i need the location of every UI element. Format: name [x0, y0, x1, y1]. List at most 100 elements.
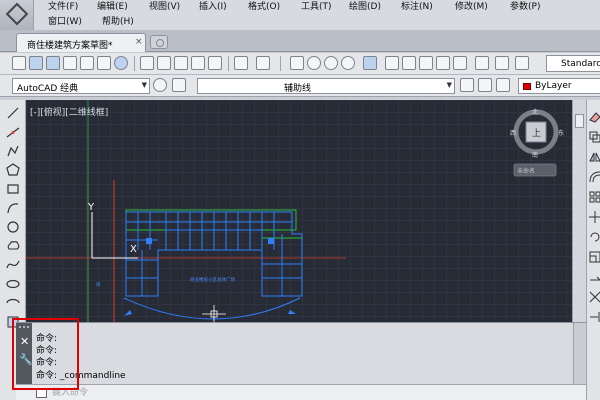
viewcube-top: 上: [532, 128, 541, 139]
menu-parameters[interactable]: 参数(P): [510, 1, 540, 13]
design-center-icon[interactable]: [385, 56, 399, 70]
floor-plan-drawing: 商业楼层小区总体广场 商 Y X 上 北 南 西 东 未命名: [26, 100, 564, 322]
text-style-icon[interactable]: [475, 56, 489, 70]
ellipse-arc-icon[interactable]: [6, 296, 20, 310]
polyline-icon[interactable]: [6, 144, 20, 158]
drawing-canvas[interactable]: 商业楼层小区总体广场 商 Y X 上 北 南 西 东 未命名 [-][俯视][二…: [26, 100, 586, 322]
standard-toolbar: Standard: [0, 53, 600, 75]
menu-file[interactable]: 文件(F): [48, 1, 78, 13]
polygon-icon[interactable]: [6, 163, 20, 177]
side-label: 商: [96, 281, 101, 288]
menu-draw[interactable]: 绘图(D): [349, 1, 381, 13]
spline-icon[interactable]: [6, 258, 20, 272]
menu-view[interactable]: 视图(V): [149, 1, 180, 13]
print-preview-icon[interactable]: [80, 56, 94, 70]
tab-drawing[interactable]: 商住楼建筑方案草图* ×: [16, 33, 146, 52]
line-icon[interactable]: [6, 106, 20, 120]
workspace-value: AutoCAD 经典: [17, 84, 79, 94]
redo-icon[interactable]: [256, 56, 270, 70]
circle-icon[interactable]: [6, 220, 20, 234]
new-tab-button[interactable]: [150, 35, 168, 49]
trim-icon[interactable]: [588, 290, 600, 304]
zoom-previous-icon[interactable]: [341, 56, 355, 70]
tool-palettes-icon[interactable]: [402, 56, 416, 70]
text-style-value: Standard: [561, 59, 600, 69]
menu-modify[interactable]: 修改(M): [455, 1, 488, 13]
pan-hand-icon[interactable]: [290, 56, 304, 70]
autocad-logo-icon[interactable]: [0, 0, 34, 30]
extend-icon[interactable]: [588, 310, 600, 324]
menu-insert[interactable]: 插入(I): [199, 1, 227, 13]
print-icon[interactable]: [63, 56, 77, 70]
rectangle-icon[interactable]: [6, 182, 20, 196]
table-style-icon[interactable]: [515, 56, 529, 70]
offset-icon[interactable]: [588, 170, 600, 184]
layer-select[interactable]: 辅助线 ▼: [197, 78, 455, 94]
viewcube-east: 东: [558, 129, 564, 137]
layer-properties-icon[interactable]: [172, 78, 186, 92]
open-folder-icon[interactable]: [29, 56, 43, 70]
zoom-realtime-icon[interactable]: [307, 56, 321, 70]
stair-block: [268, 238, 274, 244]
workspace-select[interactable]: AutoCAD 经典 ▼: [12, 78, 150, 94]
menu-dimension[interactable]: 标注(N): [401, 1, 433, 13]
copy-object-icon[interactable]: [588, 130, 600, 144]
menu-window[interactable]: 窗口(W): [48, 16, 82, 28]
stretch-icon[interactable]: [588, 270, 600, 284]
arrow-marker: [288, 310, 296, 314]
publish-icon[interactable]: [114, 56, 128, 70]
color-select[interactable]: ByLayer: [518, 78, 600, 94]
viewcube-south: 南: [532, 151, 538, 159]
construction-line-icon[interactable]: [6, 125, 20, 139]
text-style-select[interactable]: Standard: [546, 55, 600, 72]
viewport-controls-label[interactable]: [-][俯视][二维线框]: [30, 105, 108, 118]
paste-icon[interactable]: [174, 56, 188, 70]
sheet-set-icon[interactable]: [419, 56, 433, 70]
viewcube[interactable]: 上 北 南 西 东 未命名: [510, 108, 564, 177]
command-scrollbar[interactable]: [573, 323, 586, 385]
layer-state-icon[interactable]: [496, 78, 510, 92]
undo-icon[interactable]: [234, 56, 248, 70]
menu-format[interactable]: 格式(O): [248, 1, 280, 13]
markup-icon[interactable]: [436, 56, 450, 70]
vertical-scrollbar[interactable]: [572, 100, 586, 322]
toolbar-separator: [228, 56, 229, 71]
quickcalc-icon[interactable]: [453, 56, 467, 70]
wcs-label: 未命名: [517, 167, 535, 175]
ucs-x-label: X: [130, 244, 137, 255]
mirror-icon[interactable]: [588, 150, 600, 164]
close-icon[interactable]: ×: [135, 37, 143, 47]
zoom-window-icon[interactable]: [324, 56, 338, 70]
match-properties-icon[interactable]: [191, 56, 205, 70]
rotate-icon[interactable]: [588, 230, 600, 244]
scrollbar-thumb[interactable]: [575, 114, 584, 128]
array-icon[interactable]: [588, 190, 600, 204]
copy-icon[interactable]: [157, 56, 171, 70]
command-window[interactable]: ✕ 🔧 命令: 命令: 命令: 命令: _commandline: [16, 322, 586, 385]
viewcube-west: 西: [510, 130, 516, 137]
highlight-annotation: [12, 318, 79, 390]
workspace-settings-icon[interactable]: [153, 78, 167, 92]
cut-icon[interactable]: [140, 56, 154, 70]
revision-cloud-icon[interactable]: [6, 239, 20, 253]
properties-icon[interactable]: [363, 56, 377, 70]
erase-icon[interactable]: [588, 110, 600, 124]
menu-help[interactable]: 帮助(H): [102, 16, 134, 28]
dimension-style-icon[interactable]: [495, 56, 509, 70]
ellipse-icon[interactable]: [6, 277, 20, 291]
block-editor-icon[interactable]: [208, 56, 222, 70]
make-current-layer-icon[interactable]: [460, 78, 474, 92]
plot-icon[interactable]: [97, 56, 111, 70]
menu-edit[interactable]: 编辑(E): [97, 1, 128, 13]
layer-previous-icon[interactable]: [478, 78, 492, 92]
new-file-icon[interactable]: [12, 56, 26, 70]
scale-icon[interactable]: [588, 250, 600, 264]
command-input[interactable]: [52, 386, 552, 399]
save-icon[interactable]: [46, 56, 60, 70]
menu-tools[interactable]: 工具(T): [301, 1, 332, 13]
stair-block: [146, 238, 152, 244]
layer-value: 辅助线: [284, 84, 312, 94]
viewcube-north: 北: [532, 108, 538, 116]
move-icon[interactable]: [588, 210, 600, 224]
arc-icon[interactable]: [6, 201, 20, 215]
